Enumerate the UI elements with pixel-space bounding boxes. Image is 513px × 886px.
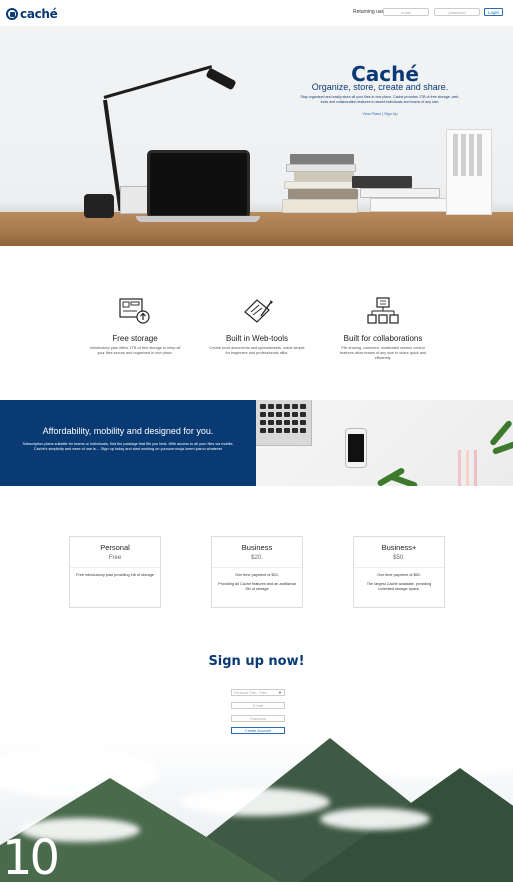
feature-text: Create word documents and spreadsheets, … [209, 346, 305, 355]
feature-title: Free storage [112, 334, 158, 343]
feature-free-storage: Free storage Introductory plan offers 1T… [70, 296, 200, 356]
hero-links[interactable]: View Plans | Sign Up [300, 112, 460, 116]
cloud [180, 788, 330, 816]
signup-password-input[interactable]: Password [231, 715, 285, 722]
pencil [474, 450, 477, 486]
feature-title: Built for collaborations [343, 334, 423, 343]
logo-text: caché [20, 7, 58, 21]
plan-name: Business [241, 543, 273, 552]
book-stack [360, 188, 440, 198]
feature-web-tools: Built in Web-tools Create word documents… [192, 296, 322, 356]
book-stack [294, 172, 354, 181]
signup-email-input[interactable]: E-mail [231, 702, 285, 709]
plan-card-business[interactable]: Business $20. One time payment of $20. P… [211, 536, 303, 608]
laptop-base [136, 216, 260, 222]
signup-title: Sign up now! [208, 654, 305, 669]
affordability-text: Subscription plans suitable for teams or… [22, 442, 234, 451]
hero-description: Stay organized and easily store all your… [300, 95, 460, 104]
hero-banner: Caché Organize, store, create and share.… [0, 26, 513, 246]
plan-name: Business+ [381, 543, 417, 552]
laptop-image [147, 150, 250, 218]
lamp-arm-upper [103, 65, 213, 99]
create-account-button[interactable]: Create Account [231, 727, 285, 734]
plan-price: $20. [251, 555, 263, 561]
book-stack [284, 181, 356, 189]
chevron-down-icon: ▼ [278, 690, 282, 695]
desk-speaker [120, 186, 148, 214]
holder-slot [469, 134, 474, 176]
holder-slot [461, 134, 466, 176]
big-number: 10 [2, 830, 60, 886]
plan-desc: The largest Caché available, providing U… [366, 582, 432, 591]
logo[interactable]: caché [6, 7, 58, 21]
web-tools-icon [244, 299, 273, 323]
plan-payment: One time payment of $20. [235, 573, 279, 577]
feature-text: File sharing, comment, moderated version… [339, 346, 427, 360]
book-stack [282, 199, 358, 213]
pencil [458, 450, 461, 486]
site-header: caché Returning user: email password Log… [0, 0, 513, 26]
affordability-title: Affordability, mobility and designed for… [42, 426, 214, 436]
desk-photo [256, 400, 513, 486]
pencil [466, 450, 469, 486]
feature-title: Built in Web-tools [225, 334, 289, 343]
book-stack [286, 164, 356, 172]
feature-collaborations: Built for collaborations File sharing, c… [318, 296, 448, 361]
file-holder [446, 129, 492, 215]
plan-name: Personal [100, 543, 130, 552]
plan-price: $50. [393, 555, 405, 561]
plan-price: Free [108, 555, 122, 561]
holder-slot [477, 134, 482, 176]
plan-divider [212, 567, 302, 568]
lamp-base [84, 194, 114, 218]
lamp-head [205, 67, 237, 91]
book-stack [288, 189, 358, 199]
plan-divider [354, 567, 444, 568]
plan-card-personal[interactable]: Personal Free Free introductory plan pro… [69, 536, 161, 608]
collaboration-icon [367, 297, 399, 324]
plan-divider [70, 567, 160, 568]
feature-text: Introductory plan offers 1TB of free sto… [89, 346, 181, 355]
keyboard-image [256, 400, 312, 446]
cloud [320, 808, 430, 830]
plan-select[interactable]: Personal Plan - Free ▼ [231, 689, 285, 696]
plant-leaf [387, 473, 419, 486]
plan-payment: One time payment of $50. [377, 573, 421, 577]
holder-slot [453, 134, 458, 176]
book-stack [352, 176, 412, 188]
storage-icon [119, 298, 150, 324]
affordability-section: Affordability, mobility and designed for… [0, 400, 256, 486]
book-stack [290, 154, 354, 164]
header-email-input[interactable]: email [383, 8, 429, 16]
plan-desc: Free introductory plan providing 1tb of … [76, 573, 154, 577]
logo-icon [6, 8, 18, 20]
phone-image [345, 428, 367, 468]
plan-desc: Providing all Caché features and an addi… [218, 582, 296, 591]
mountain-image [0, 738, 513, 882]
plan-select-value: Personal Plan - Free [234, 690, 267, 695]
plan-card-business-plus[interactable]: Business+ $50. One time payment of $50. … [353, 536, 445, 608]
header-password-input[interactable]: password [434, 8, 480, 16]
hero-subtitle: Organize, store, create and share. [311, 82, 449, 92]
login-button[interactable]: Login [484, 8, 503, 16]
